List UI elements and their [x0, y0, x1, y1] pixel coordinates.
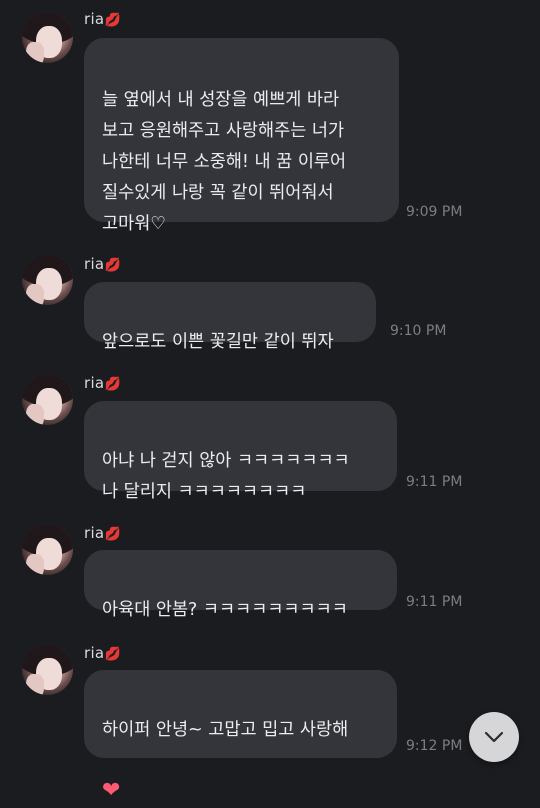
message-bubble[interactable]: 늘 옆에서 내 성장을 예쁘게 바라 보고 응원해주고 사랑해주는 너가 나한테… — [84, 38, 399, 234]
message-text: 아냐 나 걷지 않아 ㅋㅋㅋㅋㅋㅋㅋ 나 달리지 ㅋㅋㅋㅋㅋㅋㅋㅋ — [102, 451, 350, 502]
avatar[interactable] — [22, 12, 73, 63]
message-text: 앞으로도 이쁜 꽃길만 같이 뛰자 — [102, 332, 334, 352]
message-bubble[interactable]: 하이퍼 안녕~ 고맙고 밉고 사랑해 ❤ — [84, 670, 397, 802]
heart-emoji-icon: ❤ — [102, 778, 121, 803]
message-time: 9:10 PM — [390, 323, 447, 339]
sender-name: ria💋 — [84, 10, 121, 28]
message-time: 9:11 PM — [406, 594, 463, 610]
sender-name-text: ria — [84, 10, 105, 28]
message-bubble[interactable]: 앞으로도 이쁜 꽃길만 같이 뛰자 — [84, 282, 376, 352]
sender-name-text: ria — [84, 255, 105, 273]
message-text: 늘 옆에서 내 성장을 예쁘게 바라 보고 응원해주고 사랑해주는 너가 나한테… — [102, 90, 347, 234]
sender-name-text: ria — [84, 524, 105, 542]
message-text: 하이퍼 안녕~ 고맙고 밉고 사랑해 — [102, 720, 349, 740]
lips-emoji-icon: 💋 — [104, 647, 121, 662]
message-bubble[interactable]: 아육대 안봄? ㅋㅋㅋㅋㅋㅋㅋㅋㅋ — [84, 550, 397, 620]
message-text: 아육대 안봄? ㅋㅋㅋㅋㅋㅋㅋㅋㅋ — [102, 600, 348, 620]
lips-emoji-icon: 💋 — [104, 258, 121, 273]
lips-emoji-icon: 💋 — [104, 527, 121, 542]
sender-name-text: ria — [84, 644, 105, 662]
message-bubble[interactable]: 아냐 나 걷지 않아 ㅋㅋㅋㅋㅋㅋㅋ 나 달리지 ㅋㅋㅋㅋㅋㅋㅋㅋ — [84, 401, 397, 502]
avatar[interactable] — [22, 374, 73, 425]
sender-name: ria💋 — [84, 374, 121, 392]
avatar[interactable] — [22, 644, 73, 695]
message-time: 9:12 PM — [406, 738, 463, 754]
sender-name: ria💋 — [84, 255, 121, 273]
sender-name-text: ria — [84, 374, 105, 392]
scroll-to-bottom-button[interactable] — [469, 712, 519, 762]
sender-name: ria💋 — [84, 644, 121, 662]
sender-name: ria💋 — [84, 524, 121, 542]
avatar[interactable] — [22, 524, 73, 575]
avatar[interactable] — [22, 254, 73, 305]
message-time: 9:09 PM — [406, 204, 463, 220]
chevron-down-icon — [484, 731, 504, 743]
lips-emoji-icon: 💋 — [104, 13, 121, 28]
lips-emoji-icon: 💋 — [104, 377, 121, 392]
message-time: 9:11 PM — [406, 474, 463, 490]
